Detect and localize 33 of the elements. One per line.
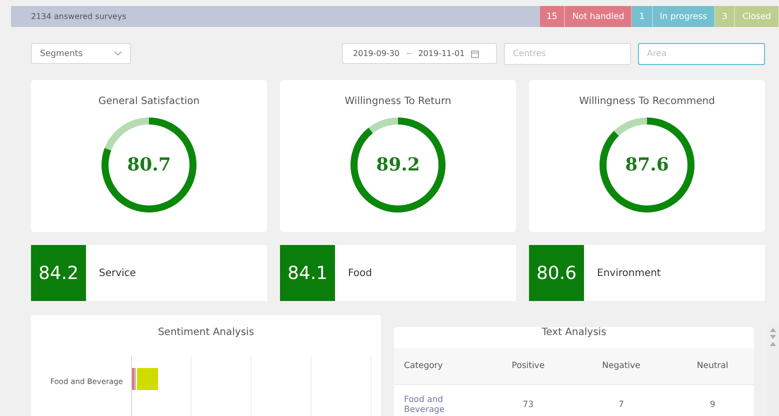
date-range-field[interactable]: 2019-09-30 ~ 2019-11-01 <box>342 43 497 64</box>
status-count[interactable]: 15 <box>540 6 566 27</box>
gauge-title: Willingness To Return <box>344 96 452 107</box>
centres-field[interactable]: Centres <box>504 42 631 64</box>
gauge-title: Willingness To Recommend <box>579 96 715 107</box>
panel-title: Text Analysis <box>540 327 608 338</box>
column-header: Negative <box>571 348 672 384</box>
score-value: 84.1 <box>280 245 335 301</box>
panel-title: Sentiment Analysis <box>156 327 256 338</box>
status-label[interactable]: Not handled <box>565 6 632 27</box>
score-label: Environment <box>597 268 661 278</box>
gauge-value: 80.7 <box>127 154 171 176</box>
area-field[interactable]: Area <box>638 42 765 64</box>
status-label[interactable]: Closed <box>735 6 779 27</box>
column-header: Category <box>394 348 485 384</box>
score-label: Service <box>99 268 136 278</box>
status-count[interactable]: 1 <box>632 6 653 27</box>
gauge-value: 87.6 <box>625 154 669 176</box>
table-cell: Food and Beverage <box>394 384 485 416</box>
status-count[interactable]: 3 <box>715 6 736 27</box>
table-cell: 9 <box>671 384 754 416</box>
gauge-value: 89.2 <box>376 154 420 176</box>
segments-dropdown[interactable]: Segments <box>31 43 131 64</box>
table-cell: 7 <box>571 384 672 416</box>
score-value: 80.6 <box>529 245 584 301</box>
score-label: Food <box>348 268 372 278</box>
gauge-title: General Satisfaction <box>98 96 200 107</box>
column-header: Positive <box>485 348 572 384</box>
status-label[interactable]: In progress <box>652 6 716 27</box>
table-cell: 73 <box>485 384 572 416</box>
answered-count: 2134 answered surveys <box>30 12 128 21</box>
score-value: 84.2 <box>31 245 86 301</box>
column-header: Neutral <box>671 348 754 384</box>
